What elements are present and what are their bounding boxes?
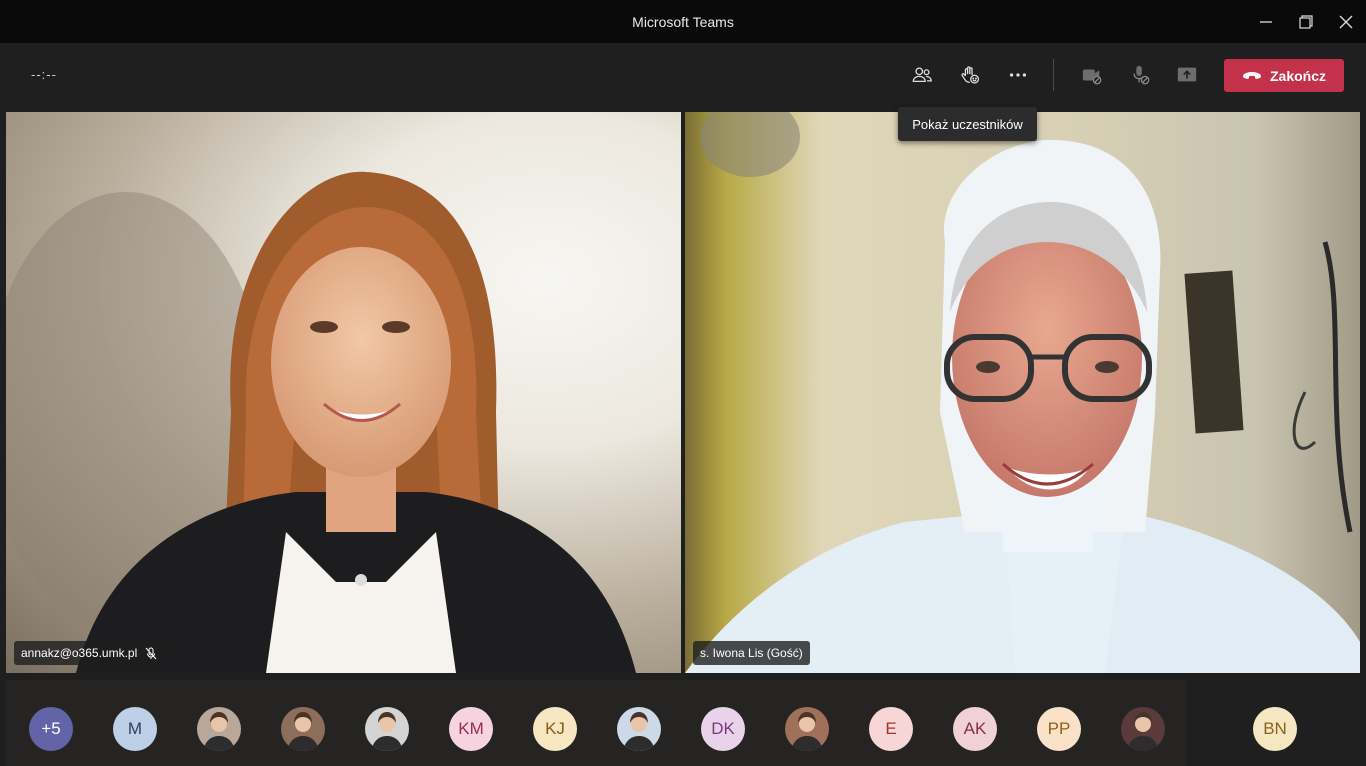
close-button[interactable]	[1326, 0, 1366, 43]
participant-name-tag: annakz@o365.umk.pl	[14, 641, 165, 665]
participant-name: s. Iwona Lis (Gość)	[700, 646, 803, 660]
participant-avatar[interactable]: E	[869, 707, 913, 751]
avatar-photo	[371, 712, 403, 751]
close-icon	[1339, 15, 1353, 28]
avatar-photo	[623, 712, 655, 751]
end-call-button[interactable]: Zakończ	[1224, 59, 1344, 92]
participants-strip-overflow: BN	[1186, 680, 1366, 766]
raise-hand-button[interactable]	[954, 59, 986, 91]
meeting-toolbar: --:-- Zakończ	[0, 43, 1366, 107]
participant-avatar[interactable]: DK	[701, 707, 745, 751]
more-participants-avatar[interactable]: +5	[29, 707, 73, 751]
avatar-photo	[1127, 712, 1159, 751]
participant-avatar[interactable]: KM	[449, 707, 493, 751]
participants-strip: +5 M KM KJ DK E AK PP	[6, 680, 1186, 766]
participant-avatar[interactable]: AK	[953, 707, 997, 751]
show-participants-button[interactable]	[906, 59, 938, 91]
restore-icon	[1299, 14, 1313, 29]
participant-avatar[interactable]: M	[113, 707, 157, 751]
minimize-button[interactable]	[1246, 0, 1286, 43]
minimize-icon	[1260, 20, 1272, 23]
participant-name-tag: s. Iwona Lis (Gość)	[693, 641, 810, 665]
raise-hand-icon	[961, 66, 980, 84]
restore-button[interactable]	[1286, 0, 1326, 43]
share-screen-button[interactable]	[1171, 59, 1203, 91]
camera-toggle-button[interactable]	[1076, 59, 1108, 91]
camera-off-icon	[1082, 69, 1102, 85]
call-timer: --:--	[31, 67, 57, 82]
more-options-icon	[1009, 73, 1027, 77]
participant-avatar[interactable]: KJ	[533, 707, 577, 751]
participant-avatar[interactable]	[785, 707, 829, 751]
participant-avatar[interactable]	[1121, 707, 1165, 751]
share-screen-icon	[1177, 67, 1197, 82]
participant-avatar[interactable]: BN	[1253, 707, 1297, 751]
more-options-button[interactable]	[1002, 59, 1034, 91]
title-bar: Microsoft Teams	[0, 0, 1366, 43]
participant-avatar[interactable]	[617, 707, 661, 751]
participant-avatar[interactable]: PP	[1037, 707, 1081, 751]
participant-video-image	[6, 171, 636, 673]
microphone-toggle-button[interactable]	[1124, 59, 1156, 91]
participant-avatar[interactable]	[197, 707, 241, 751]
participant-video-2[interactable]: s. Iwona Lis (Gość)	[685, 112, 1360, 673]
participant-video-image	[685, 112, 1360, 673]
avatar-photo	[791, 712, 823, 751]
toolbar-divider	[1053, 59, 1054, 91]
participant-avatar[interactable]	[281, 707, 325, 751]
participant-video-1[interactable]: annakz@o365.umk.pl	[6, 112, 681, 673]
participant-avatar[interactable]	[365, 707, 409, 751]
participant-name: annakz@o365.umk.pl	[21, 646, 138, 660]
window-title: Microsoft Teams	[632, 13, 734, 30]
hang-up-icon	[1243, 71, 1261, 79]
people-icon	[912, 67, 932, 83]
mic-off-icon	[1133, 65, 1150, 85]
window-controls	[1246, 0, 1366, 43]
muted-mic-icon	[145, 647, 157, 659]
show-participants-tooltip: Pokaż uczestników	[898, 107, 1037, 141]
end-call-label: Zakończ	[1269, 67, 1326, 84]
avatar-photo	[287, 712, 319, 751]
avatar-photo	[203, 712, 235, 751]
tooltip-text: Pokaż uczestników	[912, 116, 1023, 132]
